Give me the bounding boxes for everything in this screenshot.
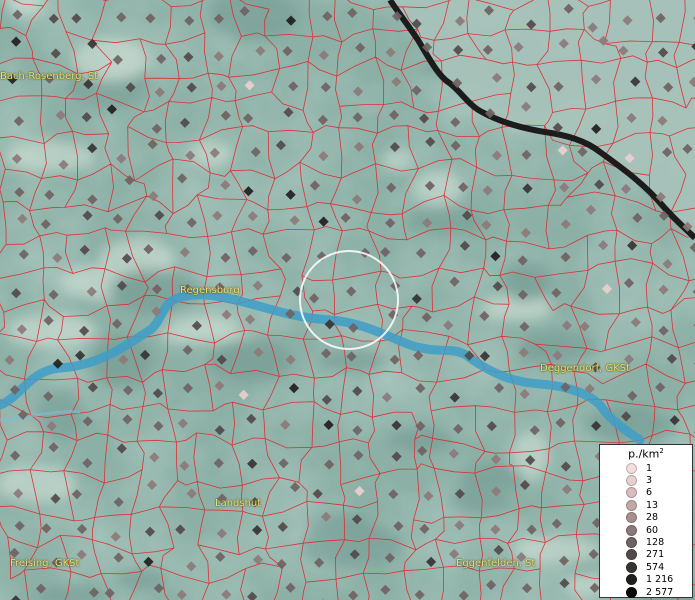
legend-label: 574 <box>646 561 665 573</box>
terrain-blob <box>308 512 370 539</box>
terrain-blob <box>71 38 149 81</box>
legend-swatch <box>626 512 637 524</box>
legend-swatch <box>626 574 637 586</box>
legend-item: 60 <box>626 524 658 536</box>
legend-item: 28 <box>626 512 658 524</box>
legend-item: 128 <box>626 536 664 548</box>
legend-swatch <box>626 561 637 573</box>
terrain-blob <box>518 331 601 365</box>
legend-swatch <box>626 474 637 486</box>
legend-item: 3 <box>626 474 652 486</box>
legend-swatch <box>626 524 637 536</box>
terrain-blob <box>381 149 414 171</box>
legend-label: 6 <box>646 487 653 499</box>
terrain-blob <box>512 535 602 564</box>
legend-swatch <box>626 487 637 499</box>
legend-label: 2 577 <box>646 586 674 598</box>
legend-item: 271 <box>626 549 664 561</box>
legend-item: 2 577 <box>626 586 673 598</box>
legend-item: 6 <box>626 487 652 499</box>
legend-item: 1 <box>626 462 652 474</box>
legend-swatch <box>626 586 637 598</box>
legend-label: 28 <box>646 512 659 524</box>
legend-label: 13 <box>646 499 659 511</box>
legend-label: 3 <box>646 474 653 486</box>
legend-label: 128 <box>646 536 665 548</box>
legend-label: 1 216 <box>646 574 674 586</box>
map-canvas[interactable] <box>0 0 695 600</box>
legend-item: 1 216 <box>626 574 673 586</box>
legend-swatch <box>626 462 637 474</box>
legend-title: p./km2 <box>628 447 664 461</box>
legend-swatch <box>626 536 637 548</box>
legend-item: 574 <box>626 561 664 573</box>
terrain-blob <box>412 171 464 205</box>
legend-item: 13 <box>626 499 658 511</box>
legend-label: 1 <box>646 462 653 474</box>
legend-swatch <box>626 549 637 561</box>
density-legend: p./km2 1 3 6 13 28 60 128 271 574 1 216 2 577 <box>599 444 693 598</box>
legend-label: 60 <box>646 524 659 536</box>
legend-swatch <box>626 499 637 511</box>
terrain-blob <box>406 209 487 235</box>
legend-label: 271 <box>646 549 665 561</box>
